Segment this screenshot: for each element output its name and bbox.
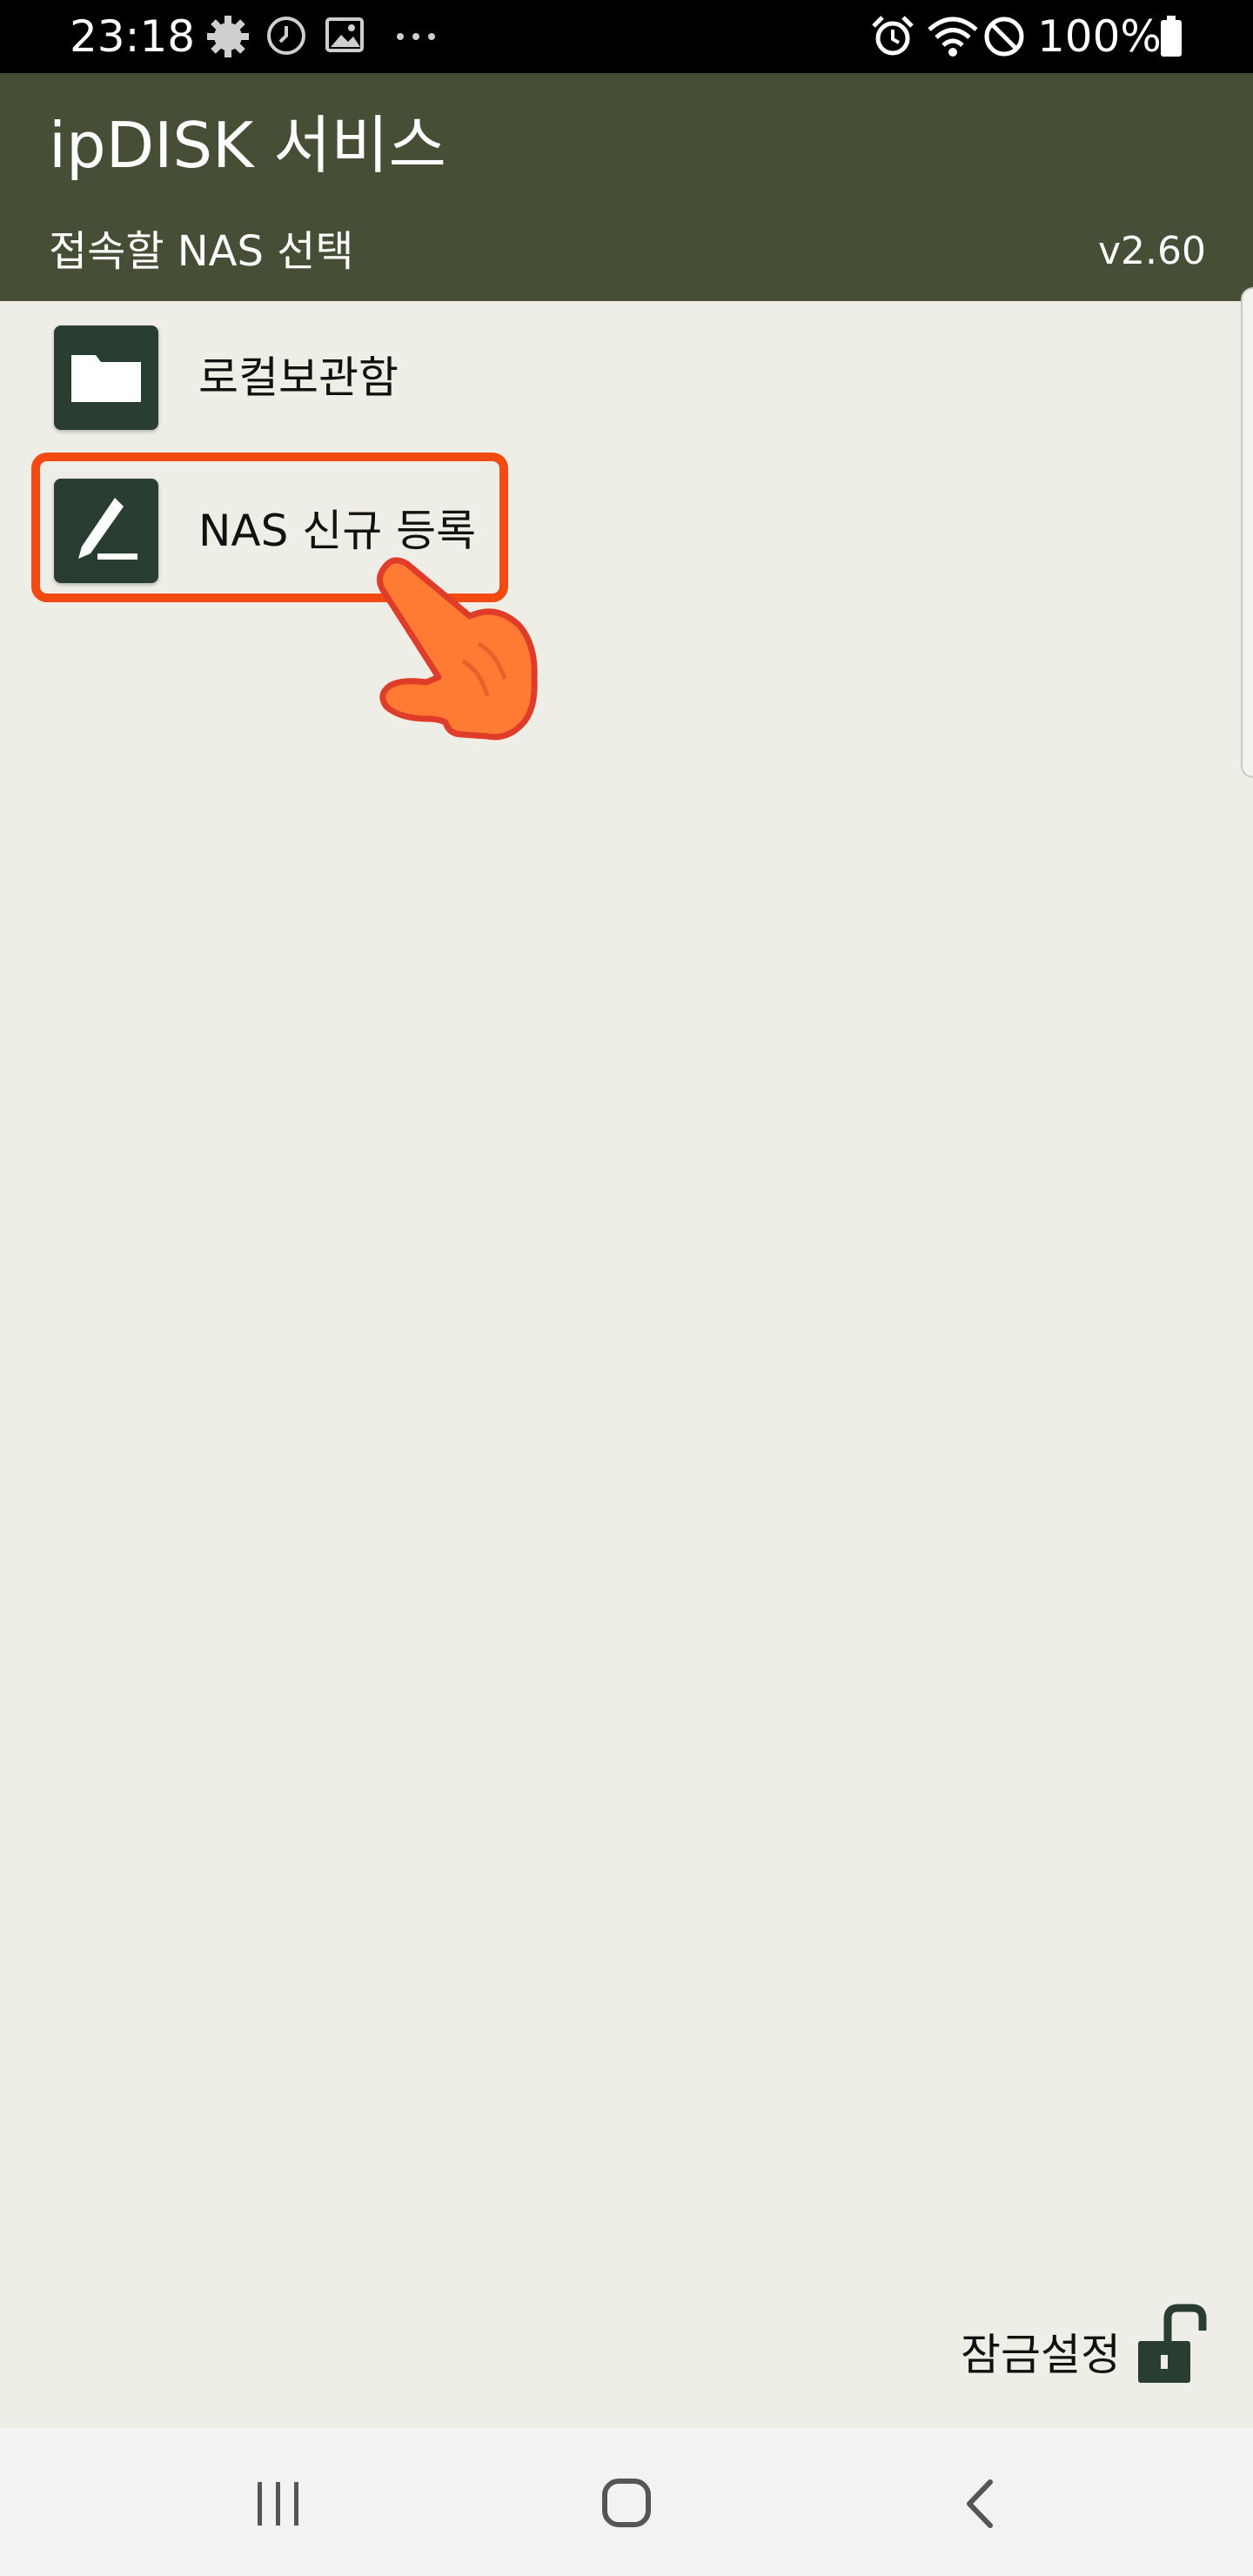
app-header: ipDISK 서비스 접속할 NAS 선택 v2.60 [0, 73, 1253, 301]
status-bar: 23:18 100% [0, 0, 1253, 73]
clock-icon [267, 17, 305, 55]
list-item-local-storage[interactable]: 로컬보관함 [0, 306, 1218, 449]
status-time: 23:18 [70, 11, 196, 62]
lock-settings-label[interactable]: 잠금설정 [961, 2327, 1121, 2383]
recent-apps-icon[interactable] [252, 2479, 305, 2529]
home-icon[interactable] [600, 2477, 653, 2529]
navigation-bar [0, 2428, 1253, 2576]
do-not-disturb-icon [984, 17, 1024, 57]
settings-gear-icon [207, 16, 249, 57]
app-title: ipDISK 서비스 [49, 109, 446, 182]
page-subtitle: 접속할 NAS 선택 [49, 227, 354, 276]
wifi-icon [928, 17, 978, 57]
folder-icon [54, 325, 158, 430]
list-item-label: 로컬보관함 [198, 352, 399, 403]
pointing-hand-icon [377, 557, 538, 741]
battery-icon [1161, 16, 1182, 57]
edge-panel-handle[interactable] [1241, 287, 1253, 778]
battery-percentage: 100% [1037, 11, 1162, 62]
version-label: v2.60 [1097, 229, 1206, 273]
screen: 23:18 100% ipDISK 서비스 접속할 NAS 선택 v2.60 로… [0, 0, 1253, 2576]
gallery-image-icon [325, 17, 364, 52]
more-dots-icon [397, 33, 435, 40]
alarm-icon [872, 16, 914, 56]
unlocked-padlock-icon[interactable] [1131, 2301, 1209, 2388]
back-icon[interactable] [961, 2477, 999, 2531]
